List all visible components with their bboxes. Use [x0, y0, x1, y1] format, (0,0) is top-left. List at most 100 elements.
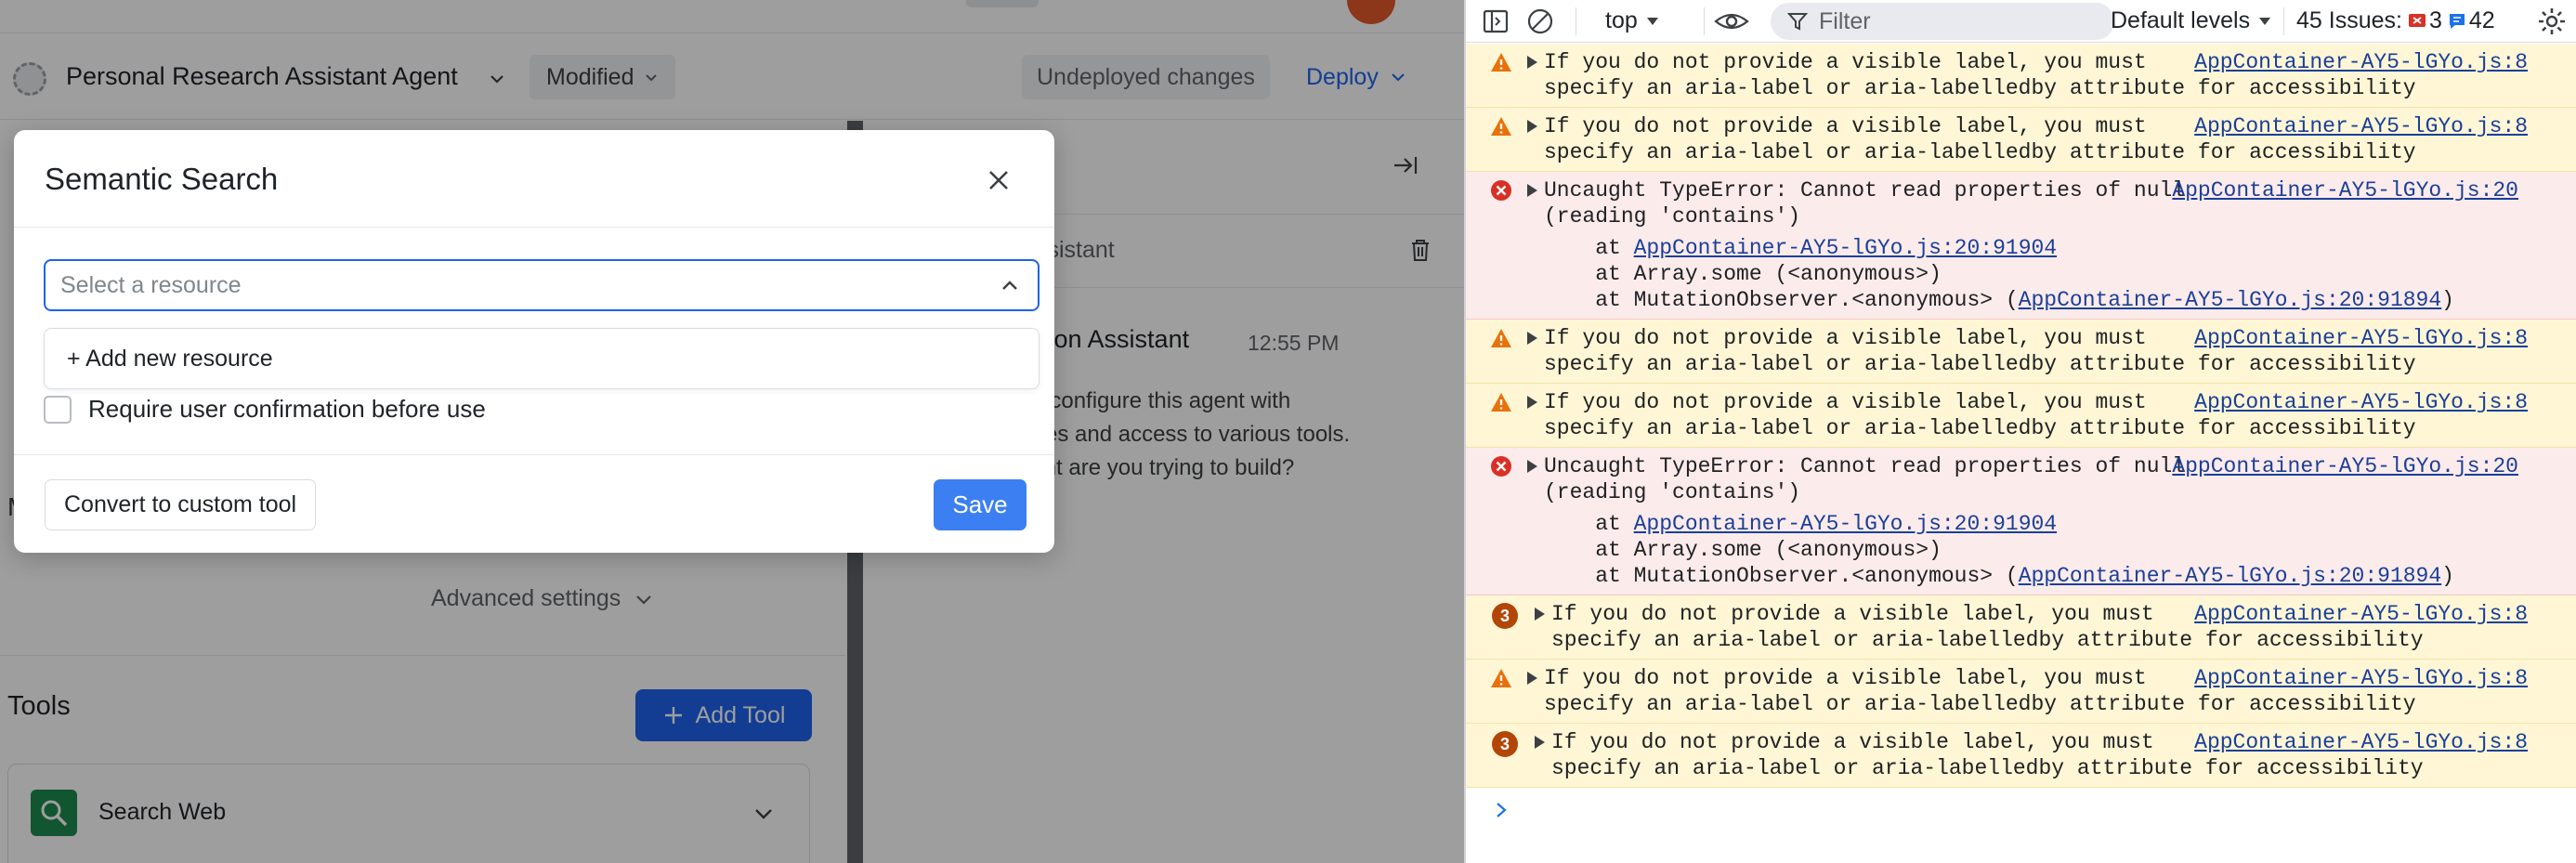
stack-frame-text: at	[1544, 512, 1634, 536]
console-warning-message[interactable]: If you do not provide a visible label, y…	[1466, 108, 2576, 172]
repeat-count-badge: 3	[1492, 731, 1518, 757]
expand-triangle-icon[interactable]	[1527, 332, 1537, 345]
warning-icon	[1491, 329, 1511, 347]
console-messages: If you do not provide a visible label, y…	[1466, 44, 2576, 836]
close-button[interactable]	[980, 162, 1017, 199]
expand-triangle-icon[interactable]	[1527, 184, 1537, 197]
sidebar-toggle-icon[interactable]	[1481, 7, 1510, 36]
filter-input[interactable]	[1819, 7, 2098, 35]
eye-icon[interactable]	[1713, 7, 1750, 36]
stack-frame: at MutationObserver.<anonymous> (AppCont…	[1544, 563, 2576, 589]
warning-icon	[1491, 53, 1511, 72]
resource-dropdown: + Add new resource	[44, 328, 1040, 389]
convert-to-custom-tool-button[interactable]: Convert to custom tool	[45, 479, 317, 530]
expand-triangle-icon[interactable]	[1535, 608, 1545, 621]
add-new-resource-option[interactable]: + Add new resource	[67, 346, 273, 373]
divider	[2283, 7, 2284, 35]
info-issues-badge: 42	[2448, 7, 2495, 34]
console-error-message[interactable]: Uncaught TypeError: Cannot read properti…	[1466, 448, 2576, 595]
caret-down-icon	[1646, 17, 1658, 25]
stack-frame-text: at Array.some (<anonymous>)	[1544, 538, 1942, 562]
divider	[1704, 7, 1705, 35]
confirmation-option[interactable]: Require user confirmation before use	[44, 395, 486, 424]
error-icon	[1491, 456, 1511, 477]
resource-select[interactable]	[44, 259, 1040, 311]
caret-down-icon	[2259, 17, 2271, 25]
console-toolbar: top Default levels 45 Issues: 3 42	[1466, 0, 2576, 43]
context-label: top	[1605, 7, 1638, 33]
info-issues-count: 42	[2468, 7, 2495, 33]
stack-frame: at Array.some (<anonymous>)	[1544, 261, 2576, 287]
source-link[interactable]: AppContainer-AY5-lGYo.js:8	[2194, 729, 2528, 755]
console-warning-message[interactable]: If you do not provide a visible label, y…	[1466, 44, 2576, 108]
console-prompt[interactable]	[1466, 788, 2576, 836]
dialog-title: Semantic Search	[45, 162, 279, 196]
expand-triangle-icon[interactable]	[1527, 672, 1537, 685]
error-issues-count: 3	[2428, 7, 2442, 33]
source-link[interactable]: AppContainer-AY5-lGYo.js:8	[2194, 325, 2528, 351]
warning-icon	[1491, 117, 1511, 136]
save-button[interactable]: Save	[934, 479, 1026, 530]
divider	[14, 227, 1054, 228]
stack-frame-text: at MutationObserver.<anonymous> (	[1544, 564, 2019, 588]
error-flag-icon	[2408, 13, 2426, 27]
message-icon	[2449, 13, 2465, 29]
expand-triangle-icon[interactable]	[1527, 396, 1537, 409]
console-warning-message[interactable]: If you do not provide a visible label, y…	[1466, 320, 2576, 384]
expand-triangle-icon[interactable]	[1535, 736, 1545, 749]
source-link[interactable]: AppContainer-AY5-lGYo.js:8	[2194, 113, 2528, 139]
clear-console-icon[interactable]	[1525, 7, 1555, 36]
warning-icon	[1491, 669, 1511, 687]
context-selector[interactable]: top	[1605, 7, 1660, 34]
stack-trace: at AppContainer-AY5-lGYo.js:20:91904 at …	[1466, 511, 2576, 595]
source-link[interactable]: AppContainer-AY5-lGYo.js:8	[2194, 601, 2528, 627]
stack-frame-text: at MutationObserver.<anonymous> (	[1544, 288, 2019, 312]
error-icon	[1491, 180, 1511, 201]
source-link[interactable]: AppContainer-AY5-lGYo.js:8	[2194, 389, 2528, 415]
log-levels-label: Default levels	[2111, 7, 2251, 33]
source-link[interactable]: AppContainer-AY5-lGYo.js:20	[2172, 453, 2518, 479]
stack-frame-link[interactable]: AppContainer-AY5-lGYo.js:20:91894	[2019, 288, 2441, 312]
console-filter[interactable]	[1771, 3, 2114, 40]
stack-frame: at AppContainer-AY5-lGYo.js:20:91904	[1544, 511, 2576, 537]
app-window: Personal Research Assistant Agent Modifi…	[0, 0, 1464, 863]
resource-select-input[interactable]	[60, 271, 1023, 299]
source-link[interactable]: AppContainer-AY5-lGYo.js:20	[2172, 177, 2518, 203]
source-link[interactable]: AppContainer-AY5-lGYo.js:8	[2194, 665, 2528, 691]
issues-counter[interactable]: 45 Issues: 3 42	[2296, 7, 2495, 34]
gear-icon[interactable]	[2536, 6, 2568, 37]
issues-label: 45 Issues:	[2296, 7, 2402, 33]
stack-frame-text: )	[2441, 288, 2454, 312]
expand-triangle-icon[interactable]	[1527, 56, 1537, 69]
stack-frame-link[interactable]: AppContainer-AY5-lGYo.js:20:91904	[1634, 236, 2057, 260]
expand-triangle-icon[interactable]	[1527, 120, 1537, 133]
confirmation-label[interactable]: Require user confirmation before use	[88, 395, 486, 424]
console-warning-message[interactable]: If you do not provide a visible label, y…	[1466, 384, 2576, 448]
console-warning-message[interactable]: 3 If you do not provide a visible label, …	[1466, 595, 2576, 660]
console-warning-message[interactable]: 3 If you do not provide a visible label, …	[1466, 724, 2576, 788]
stack-frame-link[interactable]: AppContainer-AY5-lGYo.js:20:91904	[1634, 512, 2057, 536]
divider	[14, 454, 1054, 455]
semantic-search-dialog: Semantic Search + Add new resource Requi…	[14, 130, 1054, 553]
filter-icon	[1787, 13, 1808, 31]
error-issues-badge: 3	[2408, 7, 2442, 34]
expand-triangle-icon[interactable]	[1527, 460, 1537, 473]
stack-frame: at AppContainer-AY5-lGYo.js:20:91904	[1544, 235, 2576, 261]
stack-frame-text: at	[1544, 236, 1634, 260]
log-levels-dropdown[interactable]: Default levels	[2111, 7, 2272, 34]
devtools-console: top Default levels 45 Issues: 3 42 If	[1464, 0, 2576, 863]
repeat-count-badge: 3	[1492, 603, 1518, 629]
stack-frame: at MutationObserver.<anonymous> (AppCont…	[1544, 287, 2576, 313]
stack-frame-link[interactable]: AppContainer-AY5-lGYo.js:20:91894	[2019, 564, 2441, 588]
prompt-chevron-icon	[1497, 803, 1507, 817]
chevron-up-icon[interactable]	[999, 275, 1021, 297]
warning-icon	[1491, 393, 1511, 412]
stack-frame-text: at Array.some (<anonymous>)	[1544, 262, 1942, 286]
console-warning-message[interactable]: If you do not provide a visible label, y…	[1466, 660, 2576, 724]
stack-frame-text: )	[2441, 564, 2454, 588]
source-link[interactable]: AppContainer-AY5-lGYo.js:8	[2194, 49, 2528, 75]
stack-trace: at AppContainer-AY5-lGYo.js:20:91904 at …	[1466, 235, 2576, 319]
stack-frame: at Array.some (<anonymous>)	[1544, 537, 2576, 563]
confirmation-checkbox[interactable]	[44, 395, 72, 424]
console-error-message[interactable]: Uncaught TypeError: Cannot read properti…	[1466, 172, 2576, 320]
